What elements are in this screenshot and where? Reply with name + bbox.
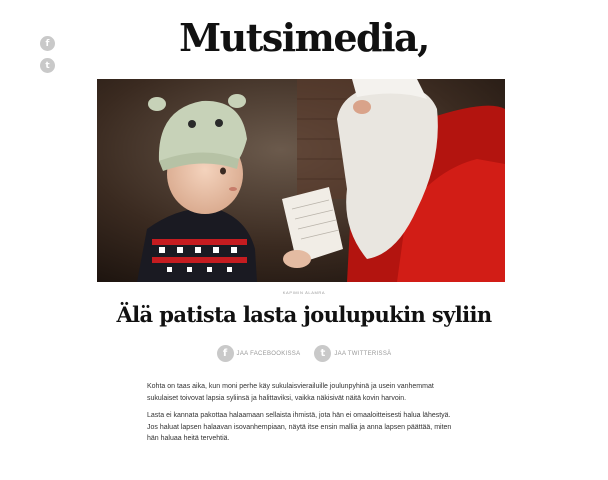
article-paragraph: Lasta ei kannata pakottaa halaamaan sell…: [147, 412, 452, 442]
hero-image: [97, 79, 505, 282]
article-paragraph: Kohta on taas aika, kun moni perhe käy s…: [147, 383, 434, 402]
share-facebook-button[interactable]: f JAA FACEBOOKISSA: [216, 345, 301, 362]
twitter-icon: t: [314, 345, 332, 362]
article-title: Älä patista lasta joulupukin syliin: [116, 302, 492, 327]
share-twitter-button[interactable]: t JAA TWITTERISSÄ: [314, 345, 391, 362]
share-row: f JAA FACEBOOKISSA t JAA TWITTERISSÄ: [0, 345, 608, 362]
share-facebook-label: JAA FACEBOOKISSA: [236, 350, 301, 357]
article-body: Kohta on taas aika, kun moni perhe käy s…: [147, 381, 457, 451]
facebook-icon: f: [216, 345, 234, 362]
share-twitter-label: JAA TWITTERISSÄ: [334, 350, 392, 357]
hero-photo: [97, 79, 505, 282]
site-logo[interactable]: Mutsimedia,: [0, 14, 608, 62]
photo-credit: KAPIMIN ÄLAMRA: [282, 290, 326, 295]
